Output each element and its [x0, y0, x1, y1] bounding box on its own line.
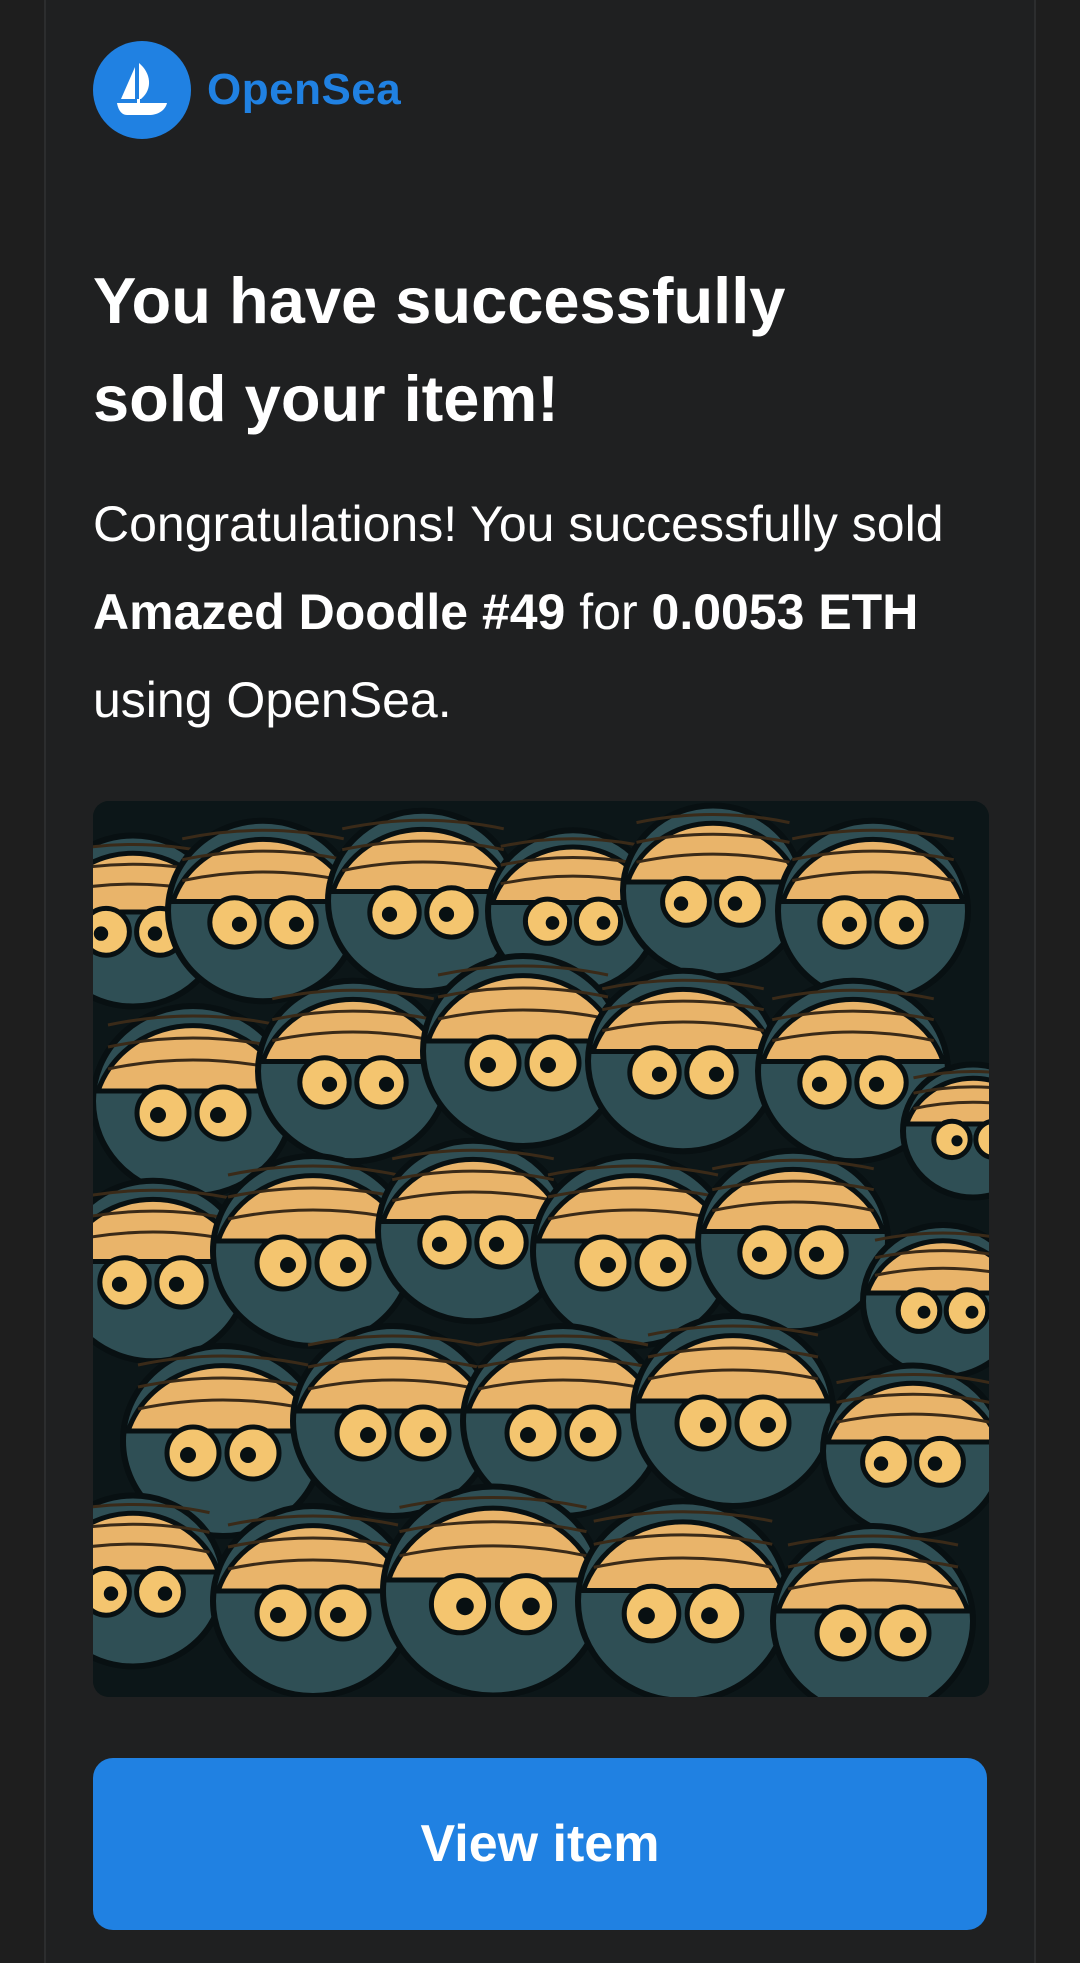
doodle-crowd-illustration — [93, 801, 989, 1697]
view-item-button[interactable]: View item — [93, 1758, 987, 1930]
item-name: Amazed Doodle #49 — [93, 584, 566, 640]
doodle-pupil — [701, 1607, 718, 1625]
page-title: You have successfully sold your item! — [93, 252, 973, 448]
doodle-eye — [973, 1119, 989, 1160]
doodle-pupil — [540, 1057, 556, 1073]
doodle-pupil — [951, 1135, 963, 1147]
doodle-pupil — [868, 1076, 885, 1092]
message-outro: using OpenSea. — [93, 672, 452, 728]
opensea-logo[interactable]: OpenSea — [93, 41, 401, 139]
doodle-pupil — [431, 1236, 448, 1252]
doodle-pupil — [321, 1076, 338, 1092]
doodle-pupil — [751, 1246, 768, 1262]
doodle-pupil — [727, 896, 743, 911]
doodle-pupil — [240, 1447, 256, 1463]
sale-price: 0.0053 ETH — [651, 584, 919, 640]
nft-artwork-image[interactable] — [93, 801, 989, 1697]
doodle-pupil — [456, 1597, 474, 1616]
doodle-pupil — [147, 926, 163, 941]
doodle-pupil — [438, 906, 455, 922]
doodle-pupil — [488, 1236, 505, 1252]
doodle-pupil — [873, 1456, 889, 1471]
doodle-pupil — [270, 1607, 286, 1623]
doodle-pupil — [600, 1257, 616, 1273]
doodle-pupil — [157, 1586, 173, 1601]
doodle-pupil — [808, 1246, 825, 1262]
doodle-pupil — [231, 916, 248, 932]
doodle-pupil — [111, 1276, 128, 1292]
doodle-pupil — [840, 1627, 856, 1643]
message-for: for — [565, 584, 652, 640]
headline-line-1: You have successfully — [93, 264, 786, 337]
doodle-pupil — [103, 1586, 119, 1601]
doodle-pupil — [378, 1076, 395, 1092]
doodle-pupil — [760, 1417, 776, 1433]
doodle-pupil — [330, 1607, 346, 1623]
doodle-pupil — [360, 1427, 376, 1443]
doodle-pupil — [288, 916, 305, 932]
doodle-pupil — [210, 1107, 226, 1123]
doodle-pupil — [580, 1427, 596, 1443]
doodle-pupil — [180, 1447, 196, 1463]
doodle-pupil — [480, 1057, 496, 1073]
headline-line-2: sold your item! — [93, 362, 559, 435]
doodle-pupil — [927, 1456, 943, 1471]
doodle-pupil — [93, 926, 109, 941]
doodle-pupil — [841, 916, 858, 932]
doodle-pupil — [280, 1257, 296, 1273]
doodle-pupil — [917, 1305, 931, 1319]
doodle-pupil — [520, 1427, 536, 1443]
doodle-pupil — [811, 1076, 828, 1092]
message-intro: Congratulations! You successfully sold — [93, 496, 944, 552]
doodle-pupil — [898, 916, 915, 932]
doodle-pupil — [168, 1276, 185, 1292]
doodle-pupil — [596, 916, 611, 930]
doodle-pupil — [965, 1305, 979, 1319]
doodle-pupil — [708, 1066, 725, 1082]
doodle-pupil — [900, 1627, 916, 1643]
doodle-pupil — [545, 916, 560, 930]
doodle-pupil — [381, 906, 398, 922]
brand-name: OpenSea — [207, 65, 402, 114]
doodle-pupil — [638, 1607, 655, 1625]
doodle-pupil — [150, 1107, 166, 1123]
sailboat-icon — [93, 41, 191, 139]
doodle-pupil — [660, 1257, 676, 1273]
doodle-pupil — [340, 1257, 356, 1273]
doodle-pupil — [522, 1597, 540, 1616]
doodle-pupil — [673, 896, 689, 911]
doodle-pupil — [651, 1066, 668, 1082]
doodle-pupil — [420, 1427, 436, 1443]
sale-message: Congratulations! You successfully sold A… — [93, 480, 993, 744]
doodle-pupil — [700, 1417, 716, 1433]
